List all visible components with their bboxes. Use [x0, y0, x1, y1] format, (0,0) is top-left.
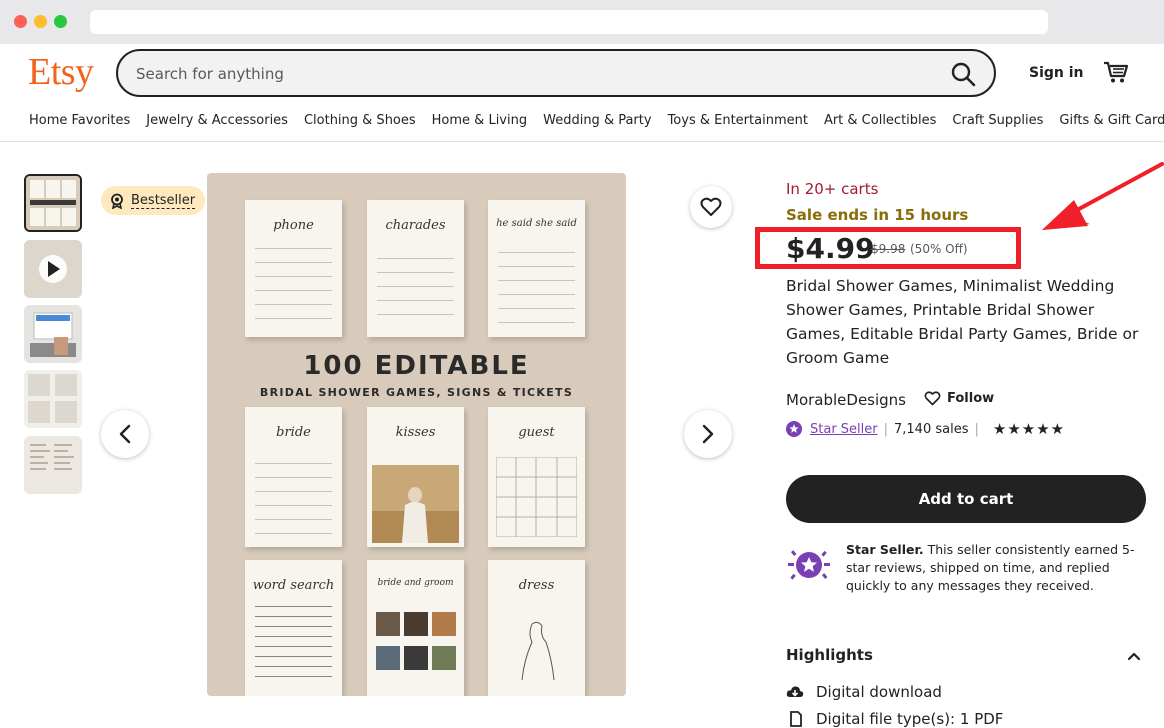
- bingo-grid: [496, 457, 577, 537]
- game-card-kisses: kisses: [367, 407, 464, 547]
- annotation-arrow-icon: [1042, 162, 1164, 230]
- bestseller-badge[interactable]: Bestseller: [101, 186, 206, 215]
- star-seller-badge-icon: [788, 550, 830, 580]
- photo-grid: [376, 612, 456, 670]
- sale-ends-notice: Sale ends in 15 hours: [786, 206, 969, 224]
- game-card-dress: dress: [488, 560, 585, 696]
- game-card-bride: bride: [245, 407, 342, 547]
- highlight-label: Digital download: [816, 683, 942, 701]
- award-icon: [111, 193, 123, 209]
- highlights-heading[interactable]: Highlights: [786, 646, 873, 664]
- sign-in-link[interactable]: Sign in: [1029, 65, 1084, 81]
- cloud-download-icon: [786, 686, 804, 697]
- follow-button[interactable]: Follow: [924, 391, 994, 406]
- game-card-phone: phone: [245, 200, 342, 337]
- sales-count: 7,140 sales: [894, 421, 969, 437]
- price-highlight-annotation: [755, 227, 1021, 269]
- thumbnail-4[interactable]: [24, 370, 82, 428]
- highlight-file-type: Digital file type(s): 1 PDF: [786, 710, 1003, 728]
- dress-sketch: [521, 621, 555, 681]
- thumbnail-5[interactable]: [24, 436, 82, 494]
- category-nav: Home Favorites Jewelry & Accessories Clo…: [29, 113, 1164, 128]
- heart-icon: [700, 197, 722, 216]
- star-seller-link[interactable]: Star Seller: [810, 422, 878, 437]
- bride-photo: [372, 465, 459, 543]
- game-card-charades: charades: [367, 200, 464, 337]
- highlight-digital-download: Digital download: [786, 683, 942, 701]
- star-seller-description: Star Seller. This seller consistently ea…: [846, 541, 1146, 595]
- category-gifts-gift-cards[interactable]: Gifts & Gift Cards: [1059, 113, 1164, 128]
- search-icon[interactable]: [950, 61, 976, 87]
- category-clothing-shoes[interactable]: Clothing & Shoes: [304, 113, 416, 128]
- thumbnail-1[interactable]: [24, 174, 82, 232]
- search-bar: [116, 49, 996, 97]
- minimize-window-button[interactable]: [34, 15, 47, 28]
- thumbnail-image: [24, 305, 82, 363]
- game-card-he-said-she-said: he said she said: [488, 200, 585, 337]
- seller-stats-row: Star Seller | 7,140 sales | ★★★★★: [786, 420, 1065, 438]
- bestseller-label: Bestseller: [131, 192, 196, 209]
- star-seller-heading: Star Seller.: [846, 542, 924, 557]
- etsy-logo[interactable]: Etsy: [28, 50, 94, 94]
- previous-image-button[interactable]: [101, 410, 149, 458]
- rating-stars[interactable]: ★★★★★: [993, 420, 1065, 438]
- close-window-button[interactable]: [14, 15, 27, 28]
- browser-chrome: [0, 0, 1164, 44]
- chevron-up-icon[interactable]: [1126, 648, 1142, 664]
- separator: |: [974, 421, 979, 437]
- chevron-right-icon: [702, 424, 714, 444]
- file-icon: [790, 711, 802, 727]
- thumbnail-image: [24, 436, 82, 494]
- separator: |: [883, 421, 888, 437]
- cart-icon[interactable]: [1103, 60, 1129, 84]
- header-divider: [0, 141, 1164, 142]
- maximize-window-button[interactable]: [54, 15, 67, 28]
- category-craft-supplies[interactable]: Craft Supplies: [952, 113, 1043, 128]
- category-art-collectibles[interactable]: Art & Collectibles: [824, 113, 936, 128]
- next-image-button[interactable]: [684, 410, 732, 458]
- follow-label: Follow: [947, 391, 995, 406]
- letter-grid: [255, 606, 332, 677]
- address-bar[interactable]: [90, 10, 1048, 34]
- thumbnail-video[interactable]: [24, 240, 82, 298]
- favorite-button[interactable]: [690, 186, 732, 228]
- product-title: Bridal Shower Games, Minimalist Wedding …: [786, 277, 1139, 367]
- category-home-favorites[interactable]: Home Favorites: [29, 113, 130, 128]
- game-card-guest: guest: [488, 407, 585, 547]
- play-icon: [24, 240, 82, 298]
- category-home-living[interactable]: Home & Living: [432, 113, 527, 128]
- image-subheadline: BRIDAL SHOWER GAMES, SIGNS & TICKETS: [259, 386, 574, 399]
- add-to-cart-button[interactable]: Add to cart: [786, 475, 1146, 523]
- main-product-image[interactable]: phone charades he said she said 100 EDIT…: [207, 173, 626, 696]
- game-card-word-search: word search: [245, 560, 342, 696]
- in-carts-notice: In 20+ carts: [786, 180, 879, 198]
- thumbnail-image: [24, 370, 82, 428]
- chevron-left-icon: [119, 424, 131, 444]
- category-wedding-party[interactable]: Wedding & Party: [543, 113, 651, 128]
- game-card-bride-and-groom: bride and groom: [367, 560, 464, 696]
- thumbnail-image: [26, 176, 80, 230]
- thumbnail-3[interactable]: [24, 305, 82, 363]
- highlight-label: Digital file type(s): 1 PDF: [816, 710, 1004, 728]
- heart-icon: [924, 391, 941, 406]
- category-jewelry-accessories[interactable]: Jewelry & Accessories: [146, 113, 288, 128]
- shop-name-link[interactable]: MorableDesigns: [786, 391, 906, 409]
- star-seller-icon: [786, 421, 802, 437]
- search-input[interactable]: [136, 63, 916, 85]
- image-headline: 100 EDITABLE: [303, 351, 530, 381]
- category-toys-entertainment[interactable]: Toys & Entertainment: [668, 113, 808, 128]
